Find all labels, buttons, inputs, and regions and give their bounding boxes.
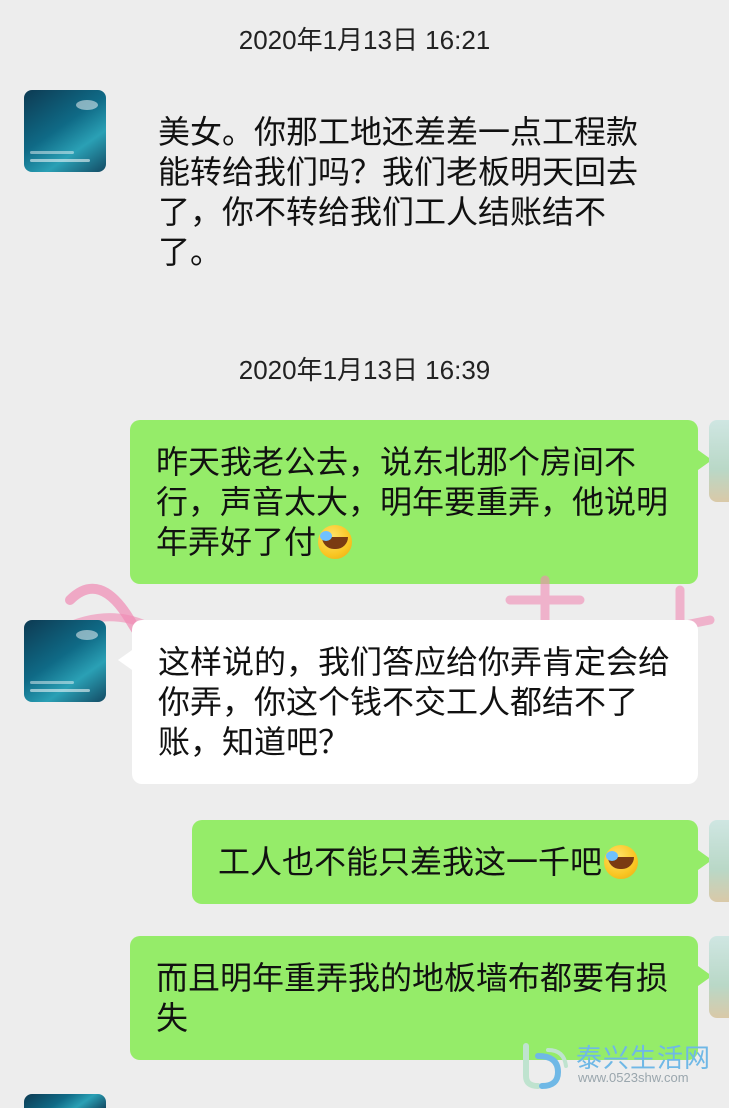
self-avatar[interactable] xyxy=(709,420,729,502)
site-watermark-logo: 泰兴生活网 www.0523shw.com xyxy=(518,1036,723,1092)
site-logo-icon xyxy=(523,1043,568,1089)
contact-avatar[interactable] xyxy=(24,90,106,172)
avatar-decoration xyxy=(30,151,74,154)
incoming-message-bubble[interactable]: 这样说的，我们答应给你弄肯定会给你弄，你这个钱不交工人都结不了账，知道吧？ xyxy=(118,620,698,784)
message-text: 而且明年重弄我的地板墙布都要有损失 xyxy=(156,959,669,1037)
avatar-decoration xyxy=(76,630,98,640)
avatar-decoration xyxy=(30,681,74,684)
avatar-decoration xyxy=(76,100,98,110)
message-text: 工人也不能只差我这一千吧 xyxy=(218,843,603,881)
face-with-tears-emoji-icon xyxy=(604,845,639,879)
contact-avatar[interactable] xyxy=(24,620,106,702)
avatar-decoration xyxy=(30,159,90,162)
self-avatar[interactable] xyxy=(709,820,729,902)
message-text: 这样说的，我们答应给你弄肯定会给你弄，你这个钱不交工人都结不了账，知道吧？ xyxy=(158,643,671,761)
outgoing-message-bubble[interactable]: 昨天我老公去，说东北那个房间不行，声音太大，明年要重弄，他说明年弄好了付 xyxy=(130,420,712,584)
message-text: 昨天我老公去，说东北那个房间不行，声音太大，明年要重弄，他说明年弄好了付 xyxy=(156,443,669,561)
message-timestamp: 2020年1月13日 16:21 xyxy=(238,25,491,55)
message-timestamp: 2020年1月13日 16:39 xyxy=(238,355,491,385)
face-with-tears-emoji-icon xyxy=(318,525,353,559)
self-avatar[interactable] xyxy=(709,936,729,1018)
message-text: 美女。你那工地还差差一点工程款能转给我们吗？我们老板明天回去了，你不转给我们工人… xyxy=(158,113,639,271)
incoming-message-bubble[interactable]: 美女。你那工地还差差一点工程款能转给我们吗？我们老板明天回去了，你不转给我们工人… xyxy=(132,90,692,294)
contact-avatar[interactable] xyxy=(24,1094,106,1108)
avatar-decoration xyxy=(30,689,90,692)
site-url: www.0523shw.com xyxy=(578,1070,689,1085)
outgoing-message-bubble[interactable]: 工人也不能只差我这一千吧 xyxy=(192,820,712,904)
